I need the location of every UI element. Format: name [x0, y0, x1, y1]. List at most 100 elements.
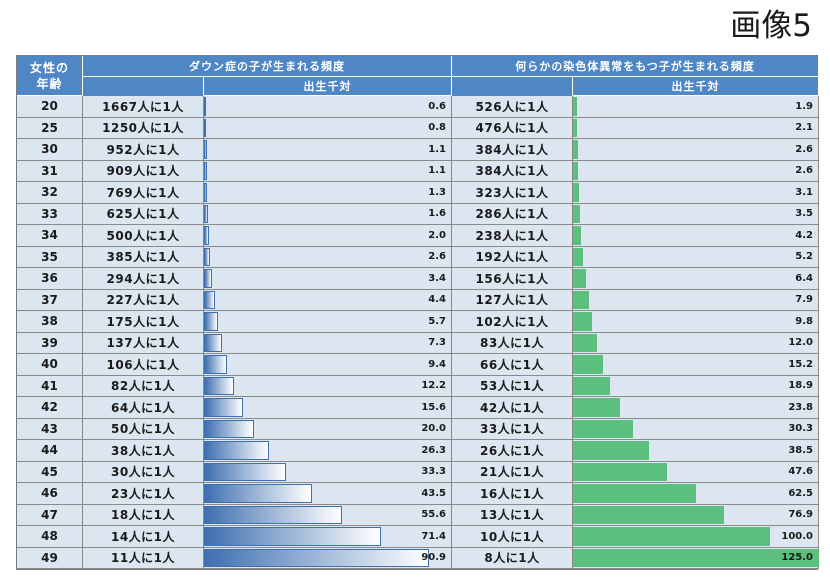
chromosome-bar: [573, 484, 696, 503]
downs-bar-cell: 0.6: [204, 96, 452, 118]
chromosome-ratio-cell: 42人に1人: [452, 397, 573, 419]
age-cell: 40: [17, 354, 83, 376]
chromosome-value-label: 15.2: [788, 358, 813, 370]
downs-bar-cell: 12.2: [204, 375, 452, 397]
downs-bar: [204, 290, 215, 309]
downs-ratio-cell: 952人に1人: [83, 139, 204, 161]
chromosome-bar-cell: 7.9: [573, 289, 819, 311]
downs-ratio-cell: 294人に1人: [83, 268, 204, 290]
chromosome-value-label: 1.9: [795, 100, 813, 112]
age-cell: 31: [17, 160, 83, 182]
downs-bar-cell: 90.9: [204, 547, 452, 569]
chromosome-ratio-cell: 286人に1人: [452, 203, 573, 225]
chromosome-value-label: 38.5: [788, 444, 813, 456]
age-cell: 33: [17, 203, 83, 225]
downs-bar-cell: 2.6: [204, 246, 452, 268]
downs-bar: [204, 140, 207, 159]
chromosome-bar-cell: 2.1: [573, 117, 819, 139]
downs-ratio-cell: 38人に1人: [83, 440, 204, 462]
chromosome-value-label: 3.5: [795, 208, 813, 220]
age-cell: 46: [17, 483, 83, 505]
chromosome-bar-cell: 100.0: [573, 526, 819, 548]
downs-bar-cell: 2.0: [204, 225, 452, 247]
chromosome-bar-cell: 3.5: [573, 203, 819, 225]
chromosome-ratio-cell: 66人に1人: [452, 354, 573, 376]
chromosome-value-label: 9.8: [795, 315, 813, 327]
downs-ratio-cell: 625人に1人: [83, 203, 204, 225]
downs-value-label: 9.4: [428, 358, 446, 370]
downs-value-label: 90.9: [421, 552, 446, 564]
downs-bar: [204, 548, 429, 567]
downs-value-label: 55.6: [421, 509, 446, 521]
chromosome-ratio-cell: 384人に1人: [452, 139, 573, 161]
downs-bar: [204, 247, 211, 266]
downs-ratio-cell: 175人に1人: [83, 311, 204, 333]
age-cell: 49: [17, 547, 83, 569]
chromosome-value-label: 76.9: [788, 509, 813, 521]
downs-ratio-cell: 106人に1人: [83, 354, 204, 376]
downs-ratio-cell: 30人に1人: [83, 461, 204, 483]
chromosome-bar: [573, 118, 578, 137]
chromosome-value-label: 2.6: [795, 165, 813, 177]
age-cell: 39: [17, 332, 83, 354]
downs-ratio-cell: 50人に1人: [83, 418, 204, 440]
chromosome-ratio-cell: 238人に1人: [452, 225, 573, 247]
age-cell: 43: [17, 418, 83, 440]
chromosome-bar-cell: 4.2: [573, 225, 819, 247]
downs-value-label: 4.4: [428, 294, 446, 306]
chromosome-value-label: 47.6: [788, 466, 813, 478]
downs-bar-cell: 26.3: [204, 440, 452, 462]
chromosome-ratio-subheader: [452, 77, 573, 96]
downs-bar-cell: 20.0: [204, 418, 452, 440]
chromosome-bar-cell: 47.6: [573, 461, 819, 483]
downs-bar-cell: 4.4: [204, 289, 452, 311]
downs-value-label: 0.8: [428, 122, 446, 134]
downs-ratio-cell: 11人に1人: [83, 547, 204, 569]
chromosome-bar: [573, 333, 597, 352]
chromosome-bar-cell: 5.2: [573, 246, 819, 268]
downs-bar: [204, 183, 208, 202]
age-cell: 47: [17, 504, 83, 526]
chromosome-bar-cell: 12.0: [573, 332, 819, 354]
downs-ratio-cell: 137人に1人: [83, 332, 204, 354]
downs-value-label: 1.1: [428, 165, 446, 177]
chromosome-value-label: 7.9: [795, 294, 813, 306]
chromosome-ratio-cell: 323人に1人: [452, 182, 573, 204]
downs-bar-cell: 55.6: [204, 504, 452, 526]
age-header-line2: 年齢: [36, 76, 63, 91]
downs-header: ダウン症の子が生まれる頻度: [83, 56, 452, 77]
chromosome-bar: [573, 312, 593, 331]
chromosome-bar-cell: 2.6: [573, 160, 819, 182]
chromosome-ratio-cell: 33人に1人: [452, 418, 573, 440]
chromosome-ratio-cell: 476人に1人: [452, 117, 573, 139]
age-cell: 25: [17, 117, 83, 139]
downs-bar-cell: 1.3: [204, 182, 452, 204]
downs-value-label: 26.3: [421, 444, 446, 456]
age-cell: 45: [17, 461, 83, 483]
chromosome-bar: [573, 204, 580, 223]
downs-value-label: 3.4: [428, 272, 446, 284]
chromosome-bar-cell: 9.8: [573, 311, 819, 333]
age-cell: 37: [17, 289, 83, 311]
chromosome-ratio-cell: 21人に1人: [452, 461, 573, 483]
downs-bar-cell: 7.3: [204, 332, 452, 354]
age-cell: 41: [17, 375, 83, 397]
chromosome-bar: [573, 97, 577, 116]
chromosome-bar-cell: 76.9: [573, 504, 819, 526]
chromosome-per-mille-subheader: 出生千対: [573, 77, 819, 96]
age-cell: 35: [17, 246, 83, 268]
downs-bar: [204, 527, 381, 546]
chromosome-value-label: 2.1: [795, 122, 813, 134]
chromosome-ratio-cell: 10人に1人: [452, 526, 573, 548]
downs-bar: [204, 312, 219, 331]
downs-value-label: 43.5: [421, 487, 446, 499]
downs-bar-cell: 9.4: [204, 354, 452, 376]
chromosome-bar-cell: 125.0: [573, 547, 819, 569]
chromosome-ratio-cell: 26人に1人: [452, 440, 573, 462]
downs-value-label: 2.0: [428, 229, 446, 241]
chromosome-bar-cell: 2.6: [573, 139, 819, 161]
chromosome-ratio-cell: 8人に1人: [452, 547, 573, 569]
downs-value-label: 0.6: [428, 100, 446, 112]
chromosome-bar-cell: 30.3: [573, 418, 819, 440]
chromosome-value-label: 30.3: [788, 423, 813, 435]
